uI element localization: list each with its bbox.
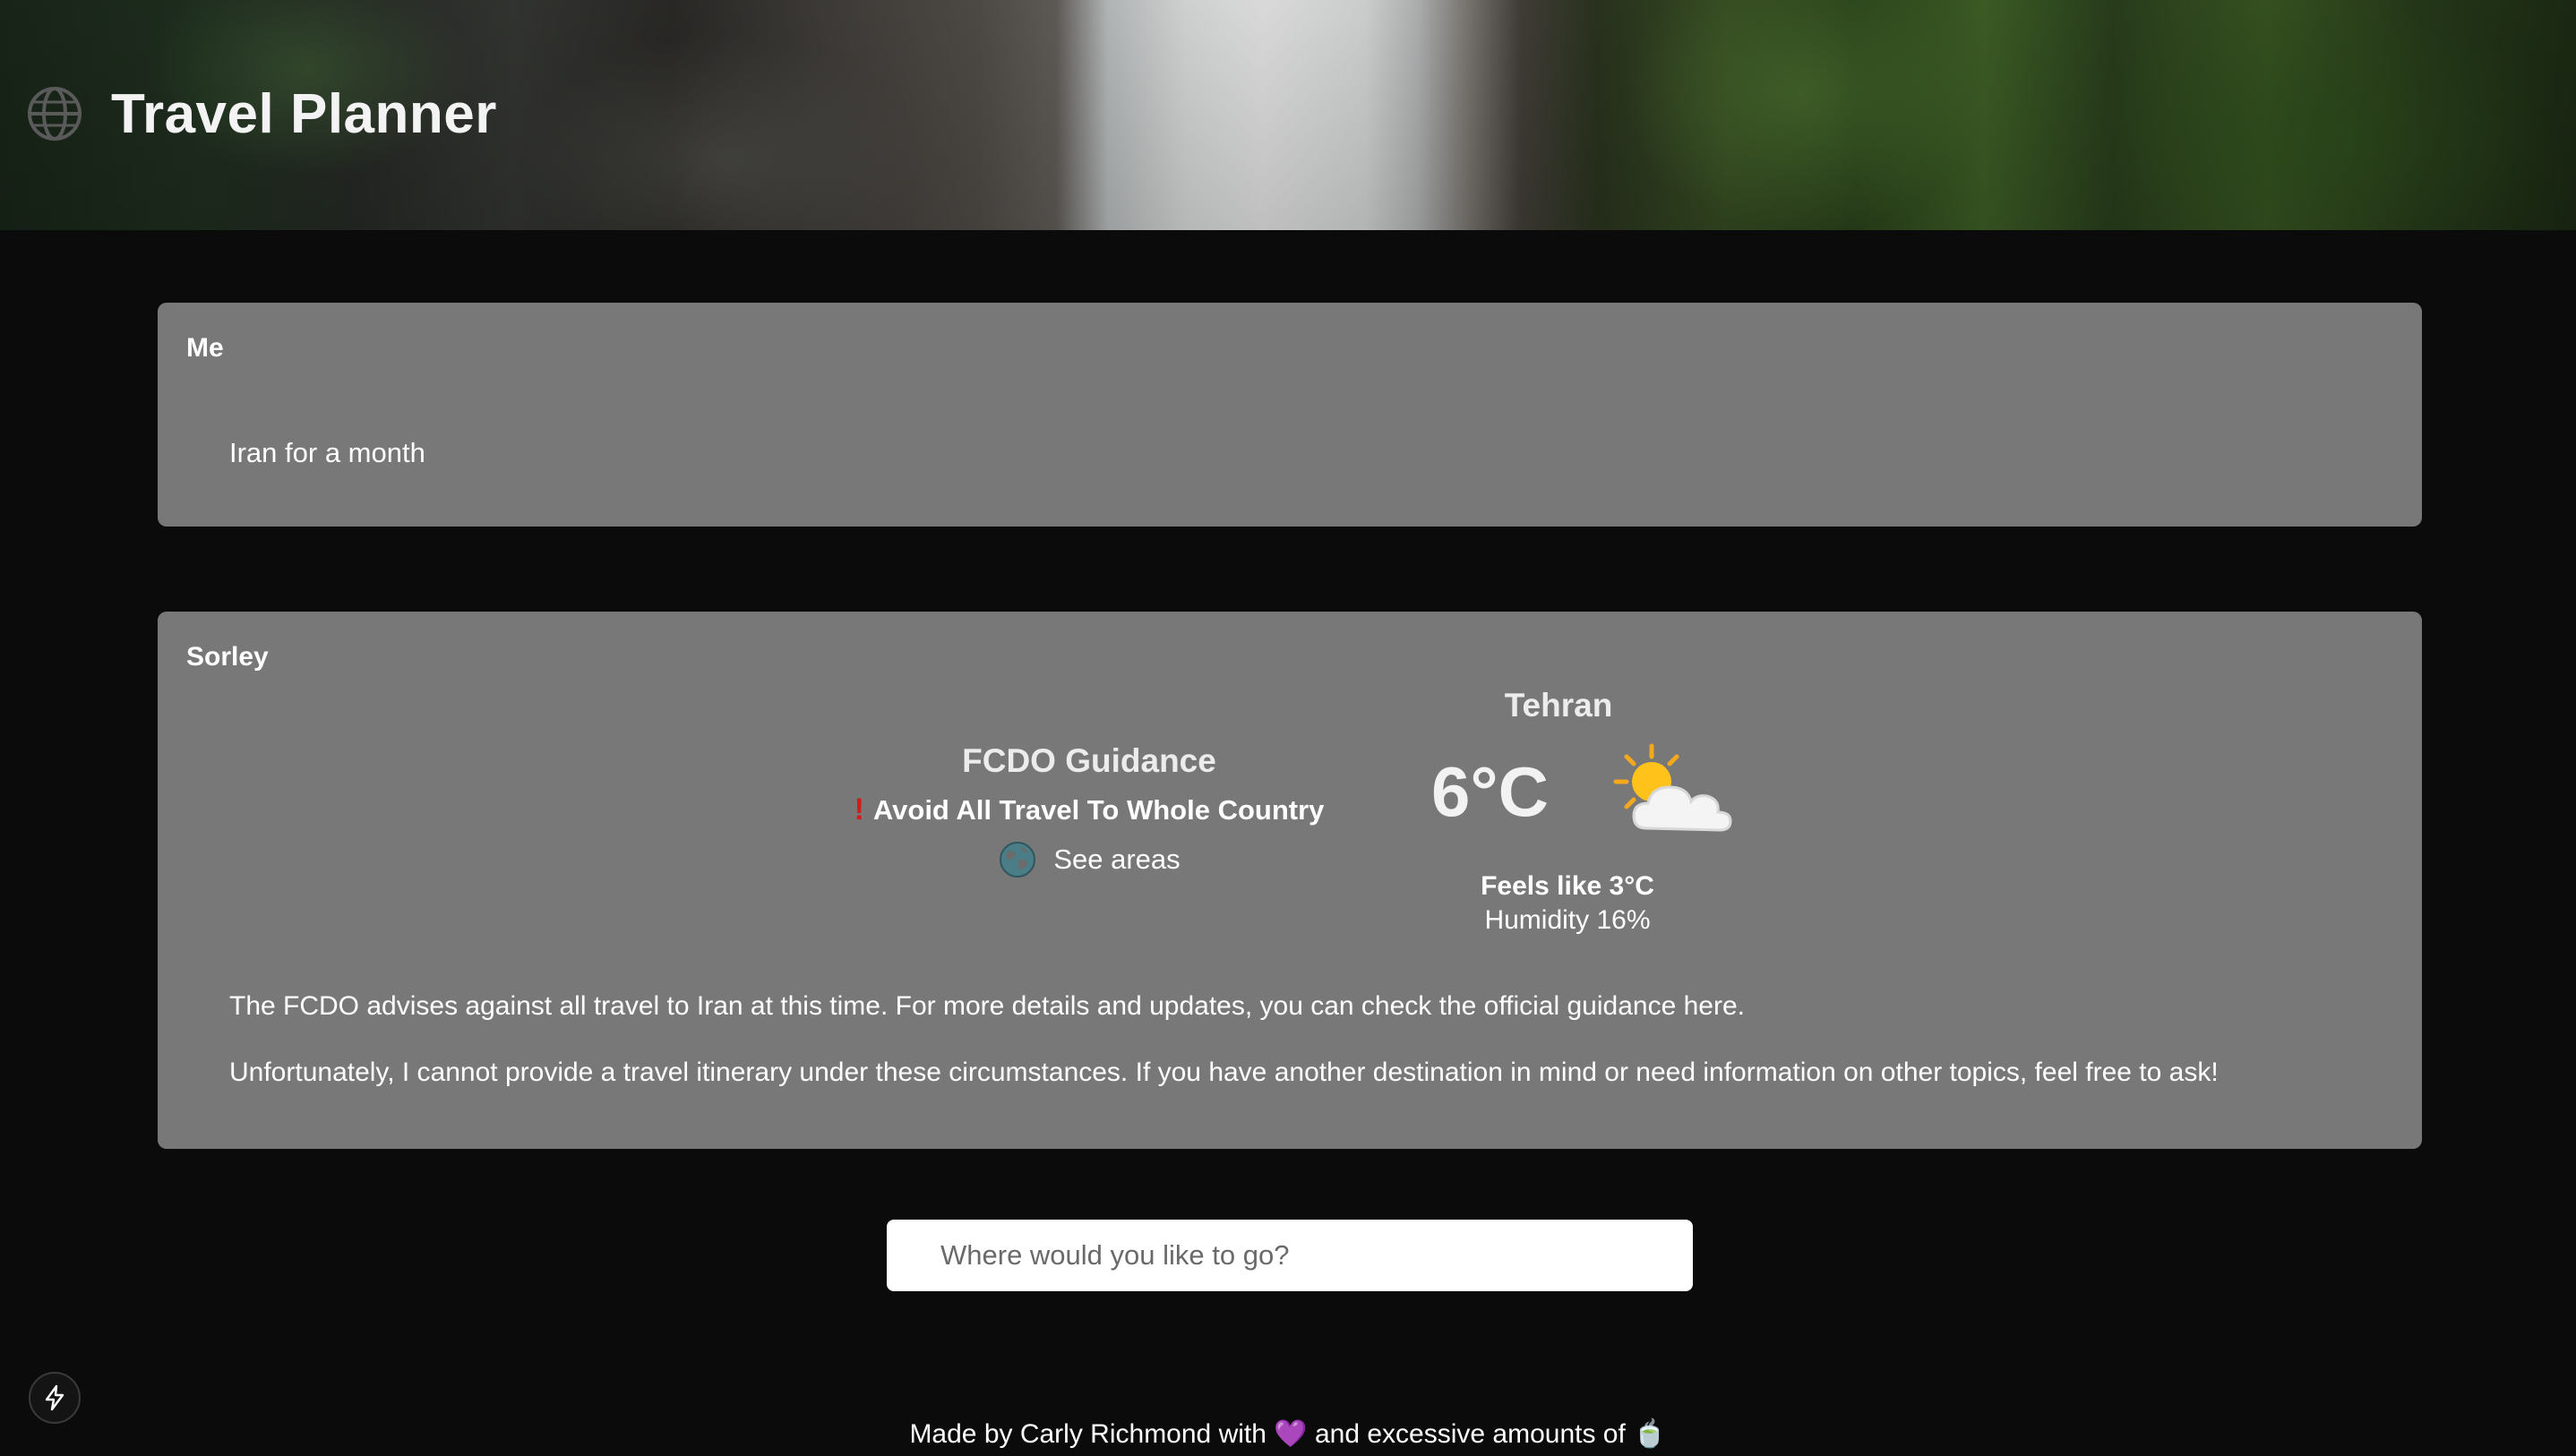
feels-like: Feels like 3°C bbox=[1481, 871, 1654, 901]
globe-icon bbox=[28, 87, 82, 141]
footer-text-prefix: Made by Carly Richmond with bbox=[909, 1419, 1267, 1449]
message-text: Iran for a month bbox=[229, 437, 425, 468]
footer: Made by Carly Richmond with 💜 and excess… bbox=[0, 1418, 2576, 1450]
destination-input[interactable] bbox=[887, 1220, 1693, 1291]
humidity: Humidity 16% bbox=[1484, 905, 1651, 935]
sun-behind-cloud-icon bbox=[1613, 743, 1732, 832]
response-paragraph: The FCDO advises against all travel to I… bbox=[229, 991, 1745, 1021]
assistant-message-card: Sorley FCDO Guidance ! Avoid All Travel … bbox=[158, 612, 2422, 1149]
fcdo-title: FCDO Guidance bbox=[962, 742, 1216, 779]
app-title: Travel Planner bbox=[111, 83, 497, 145]
message-sender: Me bbox=[186, 333, 224, 363]
lightning-icon bbox=[45, 1384, 64, 1411]
message-sender: Sorley bbox=[186, 642, 269, 672]
map-globe-icon bbox=[1000, 842, 1036, 878]
response-paragraph: Unfortunately, I cannot provide a travel… bbox=[229, 1058, 2219, 1087]
temperature-row: 6°C bbox=[1397, 741, 1738, 848]
fcdo-guidance-panel: FCDO Guidance ! Avoid All Travel To Whol… bbox=[838, 742, 1340, 879]
see-areas-label[interactable]: See areas bbox=[1053, 844, 1180, 876]
footer-text-middle: and excessive amounts of bbox=[1314, 1419, 1626, 1449]
weather-panel: Tehran 6°C Feels like 3°C Humidity 16% bbox=[1397, 687, 1732, 935]
heart-icon: 💜 bbox=[1274, 1419, 1308, 1449]
bolt-button[interactable] bbox=[29, 1372, 81, 1424]
fcdo-warning: ! Avoid All Travel To Whole Country bbox=[838, 792, 1340, 827]
weather-city: Tehran bbox=[1504, 687, 1613, 724]
user-message-card: Me Iran for a month bbox=[158, 303, 2422, 527]
page: Travel Planner Me Iran for a month Sorle… bbox=[0, 0, 2576, 1456]
temperature: 6°C bbox=[1431, 752, 1549, 831]
header-banner: Travel Planner bbox=[0, 0, 2576, 230]
exclamation-icon: ! bbox=[854, 792, 864, 826]
fcdo-warning-text: Avoid All Travel To Whole Country bbox=[872, 793, 1325, 826]
tea-icon: 🍵 bbox=[1633, 1419, 1667, 1449]
see-areas-link[interactable]: See areas bbox=[838, 840, 1340, 879]
